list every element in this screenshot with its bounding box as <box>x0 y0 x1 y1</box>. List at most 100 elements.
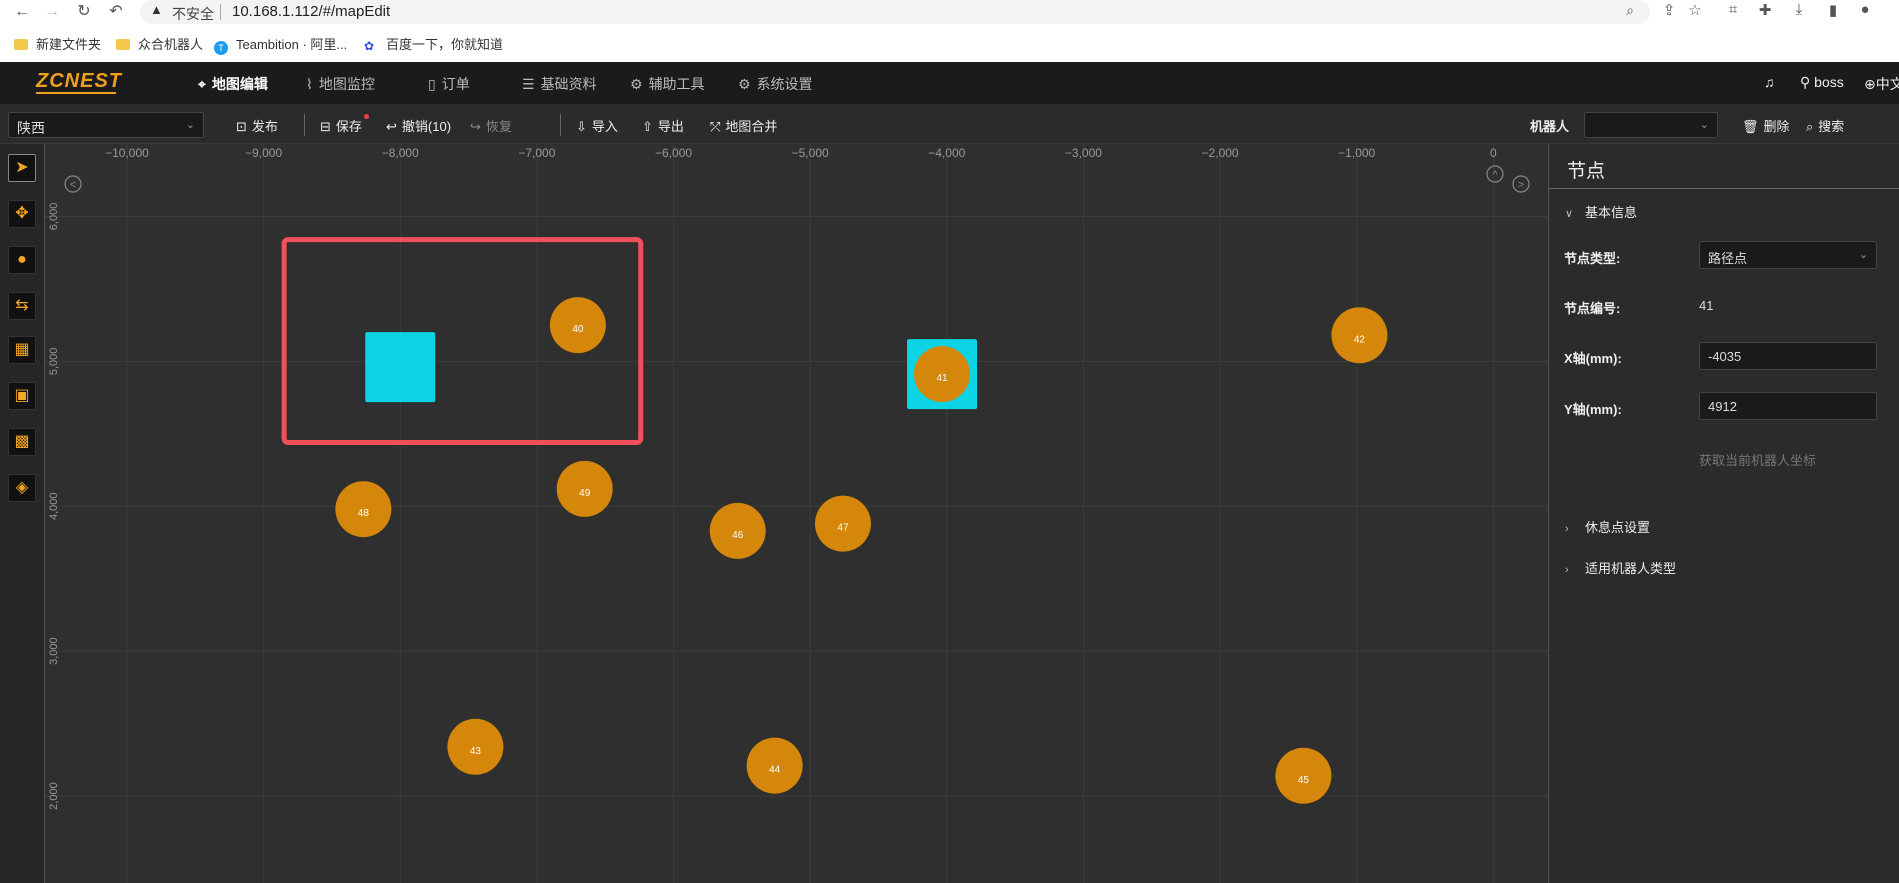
scroll-right-glyph: > <box>1518 179 1524 191</box>
map-select-value: 陕西 <box>17 120 45 136</box>
x-axis-input[interactable]: -4035 <box>1699 342 1877 370</box>
menu-orders[interactable]: ▯ 订单 <box>428 74 470 94</box>
section-basic-info[interactable]: ∨ 基本信息 <box>1565 202 1637 221</box>
shelf-tool[interactable]: ▦ <box>8 336 36 364</box>
menu-aux-tools[interactable]: ⚙ 辅助工具 <box>630 74 705 94</box>
x-tick-label: −4,000 <box>928 146 965 160</box>
bookmark-zonghe[interactable]: 众合机器人 <box>116 34 203 53</box>
bookmarks-bar: 新建文件夹 众合机器人 T Teambition · 阿里... ✿ 百度一下，你就… <box>0 30 1899 56</box>
delete-button[interactable]: 🗑 删除 <box>1742 116 1790 135</box>
back-icon[interactable]: ← <box>12 2 32 22</box>
share-icon[interactable]: ⇪ <box>1658 1 1680 19</box>
map-canvas[interactable]: −10,000 −9,000 −8,000 −7,000 −6,000 −5,000 −4,… <box>45 144 1548 883</box>
circle-node-icon: ● <box>17 251 27 268</box>
chevron-right-icon: › <box>1565 523 1569 535</box>
get-robot-coord-link[interactable]: 获取当前机器人坐标 <box>1699 450 1816 469</box>
export-button[interactable]: ⇧ 导出 <box>642 116 684 135</box>
address-bar[interactable]: ▲ 不安全 10.168.1.112/#/mapEdit ⌕ <box>140 0 1650 24</box>
panel-title-divider <box>1549 188 1899 189</box>
logo: ZCNEST <box>36 70 122 92</box>
map-node-label: 43 <box>470 746 482 757</box>
document-icon: ▯ <box>428 76 436 92</box>
x-tick-label: −3,000 <box>1065 146 1102 160</box>
bell-icon[interactable]: ♫ <box>1764 74 1775 90</box>
map-svg[interactable]: −10,000 −9,000 −8,000 −7,000 −6,000 −5,000 −4,… <box>45 144 1548 883</box>
shelf-icon: ▦ <box>14 341 30 358</box>
map-node-label: 45 <box>1298 775 1310 786</box>
chevron-down-icon: ⌄ <box>185 119 195 131</box>
star-icon[interactable]: ☆ <box>1684 1 1706 19</box>
publish-button[interactable]: ⊡ 发布 <box>236 116 278 135</box>
menu-map-edit[interactable]: ⌖ 地图编辑 <box>198 74 268 94</box>
robot-label: 机器人 <box>1530 119 1570 134</box>
merge-button[interactable]: ⤱ 地图合并 <box>710 116 777 135</box>
url-text[interactable]: 10.168.1.112/#/mapEdit <box>232 3 390 20</box>
x-tick-label: −5,000 <box>792 146 829 160</box>
menu-basic-data[interactable]: ☰ 基础资料 <box>522 74 597 94</box>
node-id-label: 节点编号: <box>1564 301 1621 316</box>
y-axis-label: Y轴(mm): <box>1564 402 1622 417</box>
section-rest-point[interactable]: › 休息点设置 <box>1565 517 1650 536</box>
node-id-value: 41 <box>1699 298 1714 313</box>
path-tool[interactable]: ⇆ <box>8 292 36 320</box>
extensions-icon[interactable]: ✚ <box>1754 1 1776 19</box>
publish-icon: ⊡ <box>236 119 247 134</box>
reload-icon[interactable]: ↻ <box>74 2 94 22</box>
chevron-down-icon: ∨ <box>1565 208 1574 220</box>
globe-icon: ⊕ <box>1864 76 1876 92</box>
station-marker[interactable] <box>365 332 436 403</box>
scroll-left-glyph: < <box>70 179 76 191</box>
undo-button[interactable]: ↩ 撤销(10) <box>386 116 451 135</box>
select-tool[interactable]: ➤ <box>8 154 36 182</box>
x-tick-label: −7,000 <box>518 146 555 160</box>
forward-icon[interactable]: → <box>42 2 62 22</box>
user-icon: ⚲ <box>1800 74 1815 90</box>
zoom-icon[interactable]: ⌕ <box>1620 2 1640 19</box>
stations-layer <box>365 332 978 410</box>
map-node-label: 49 <box>579 488 591 499</box>
node-type-select[interactable]: 路径点 ⌄ <box>1699 241 1877 269</box>
gear-icon: ⚙ <box>738 76 751 92</box>
section-robot-types[interactable]: › 适用机器人类型 <box>1565 558 1676 577</box>
bookmark-baidu[interactable]: ✿ 百度一下，你就知道 <box>364 34 503 53</box>
profile-icon[interactable]: ● <box>1854 1 1876 18</box>
map-select[interactable]: 陕西 ⌄ <box>8 112 204 138</box>
move-arrows-icon: ✥ <box>15 205 29 222</box>
pointer-icon: ➤ <box>15 159 29 176</box>
user-menu[interactable]: ⚲ boss <box>1800 74 1844 91</box>
download-icon[interactable]: ⤓ <box>1788 1 1810 18</box>
redo-icon: ↪ <box>470 119 481 134</box>
robot-select[interactable]: ⌄ <box>1584 112 1718 138</box>
sidebar-icon[interactable]: ▮ <box>1822 1 1844 19</box>
y-tick-label: 2,000 <box>48 782 60 810</box>
area-tool[interactable]: ◈ <box>8 474 36 502</box>
move-tool[interactable]: ✥ <box>8 200 36 228</box>
bookmark-teambition[interactable]: T Teambition · 阿里... <box>214 34 347 55</box>
map-node-label: 41 <box>936 373 948 384</box>
station-tool[interactable]: ▣ <box>8 382 36 410</box>
menu-map-monitor[interactable]: ⌇ 地图监控 <box>306 74 375 94</box>
import-icon: ⇩ <box>576 119 587 134</box>
logo-underline <box>36 92 116 94</box>
import-button[interactable]: ⇩ 导入 <box>576 116 618 135</box>
redo-button[interactable]: ↪ 恢复 <box>470 116 512 135</box>
y-axis-input[interactable]: 4912 <box>1699 392 1877 420</box>
history-icon[interactable]: ↶ <box>106 2 126 22</box>
bookmark-new-folder[interactable]: 新建文件夹 <box>14 34 101 53</box>
search-icon: ⌕ <box>1806 119 1814 134</box>
sliders-icon: ☰ <box>522 76 535 92</box>
qr-tool[interactable]: ▩ <box>8 428 36 456</box>
x-tick-label: 0 <box>1490 146 1497 160</box>
save-button[interactable]: ⊟ 保存 <box>320 116 362 135</box>
merge-icon: ⤱ <box>710 119 721 134</box>
properties-panel: 节点 ∨ 基本信息 节点类型: 路径点 ⌄ 节点编号: 41 X轴(mm): -4… <box>1548 144 1899 883</box>
x-axis-label: X轴(mm): <box>1564 351 1622 366</box>
chevron-down-icon: ⌄ <box>1699 119 1709 131</box>
chevron-down-icon: ⌄ <box>1858 249 1868 261</box>
search-button[interactable]: ⌕ 搜索 <box>1806 116 1844 135</box>
menu-system-settings[interactable]: ⚙ 系统设置 <box>738 74 813 94</box>
language-menu[interactable]: ⊕中文 <box>1864 74 1899 94</box>
toolbar-divider <box>304 114 305 136</box>
node-tool[interactable]: ● <box>8 246 36 274</box>
crop-icon[interactable]: ⌗ <box>1722 1 1744 18</box>
